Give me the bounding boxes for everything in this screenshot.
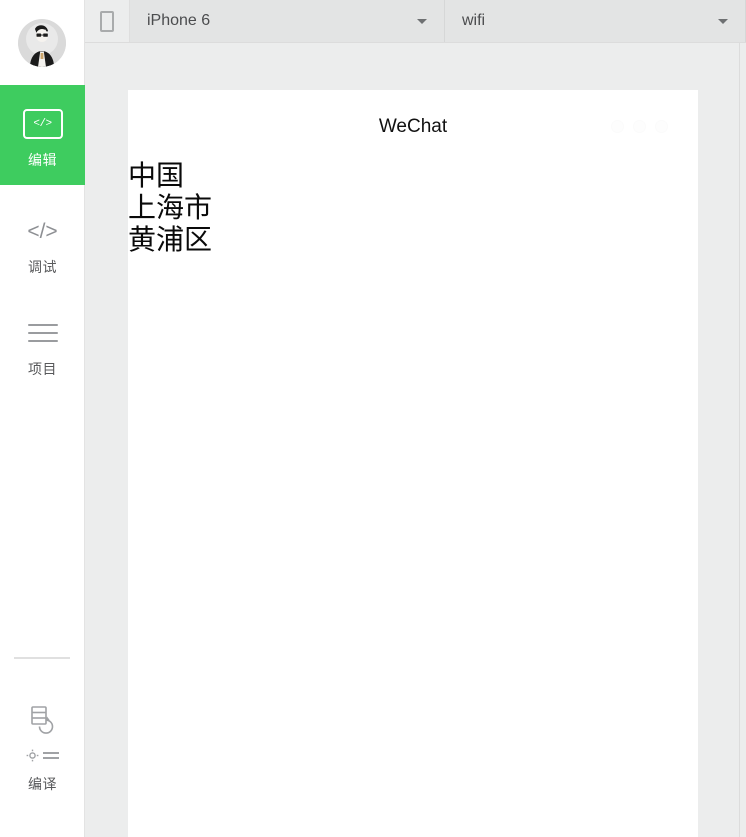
simulator-content: 中国 上海市 黄浦区 <box>128 160 698 256</box>
sidebar-item-project-label: 项目 <box>28 361 57 377</box>
hamburger-lines-icon <box>27 313 58 353</box>
sidebar-item-edit-label: 编辑 <box>28 152 57 168</box>
sidebar-item-compile[interactable]: 编译 <box>0 690 85 806</box>
network-select[interactable]: wifi <box>445 0 746 42</box>
simulator-navbar: WeChat <box>128 90 698 160</box>
compile-refresh-icon <box>26 703 60 737</box>
address-line-city: 上海市 <box>128 191 213 224</box>
sidebar-item-debug[interactable]: </> 调试 <box>0 205 85 283</box>
gear-glyph <box>26 749 39 761</box>
code-brackets-icon: </> <box>27 211 57 251</box>
stage-divider <box>739 43 740 837</box>
address-line-district: 黄浦区 <box>128 223 213 256</box>
device-select[interactable]: iPhone 6 <box>130 0 445 42</box>
settings-lines-glyph <box>43 751 59 759</box>
phone-simulator: WeChat 中国 上海市 黄浦区 <box>128 90 698 837</box>
compile-refresh-glyph <box>30 705 53 734</box>
sidebar-item-project[interactable]: 项目 <box>0 307 85 385</box>
network-select-value: wifi <box>462 12 486 29</box>
chevron-down-icon <box>718 19 728 24</box>
code-box-glyph: </> <box>22 109 63 139</box>
address-line-country: 中国 <box>128 159 185 192</box>
ellipsis-dots-icon[interactable] <box>611 120 668 133</box>
device-select-value: iPhone 6 <box>147 12 211 29</box>
device-toggle-button[interactable] <box>85 0 130 42</box>
dot-2 <box>633 120 646 133</box>
address-block: 中国 上海市 黄浦区 <box>128 160 698 256</box>
sidebar-item-edit[interactable]: </> 编辑 <box>0 85 85 185</box>
phone-outline-icon <box>100 10 114 32</box>
sidebar-divider <box>14 657 70 659</box>
compile-icon-group <box>26 703 60 762</box>
main-area: iPhone 6 wifi WeChat 中国 上海市 黄浦区 <box>85 0 746 837</box>
settings-lines-icon <box>26 749 59 762</box>
simulator-stage: WeChat 中国 上海市 黄浦区 <box>85 43 746 837</box>
toolbar: iPhone 6 wifi <box>85 0 746 43</box>
avatar-container[interactable] <box>0 0 84 85</box>
code-brackets-glyph: </> <box>27 219 58 243</box>
dot-1 <box>611 120 624 133</box>
sidebar-item-debug-label: 调试 <box>28 259 57 275</box>
app-root: </> 编辑 </> 调试 项目 编译 iPhone 6 wifi WeChat… <box>0 0 746 837</box>
dot-3 <box>655 120 668 133</box>
chevron-down-icon <box>417 19 427 24</box>
sidebar: </> 编辑 </> 调试 项目 编译 <box>0 0 85 837</box>
avatar-illustration-icon <box>18 18 66 67</box>
hamburger-lines-glyph <box>27 324 58 342</box>
sidebar-item-compile-label: 编译 <box>28 775 57 792</box>
code-box-icon: </> <box>22 104 63 144</box>
user-avatar[interactable] <box>18 18 66 67</box>
